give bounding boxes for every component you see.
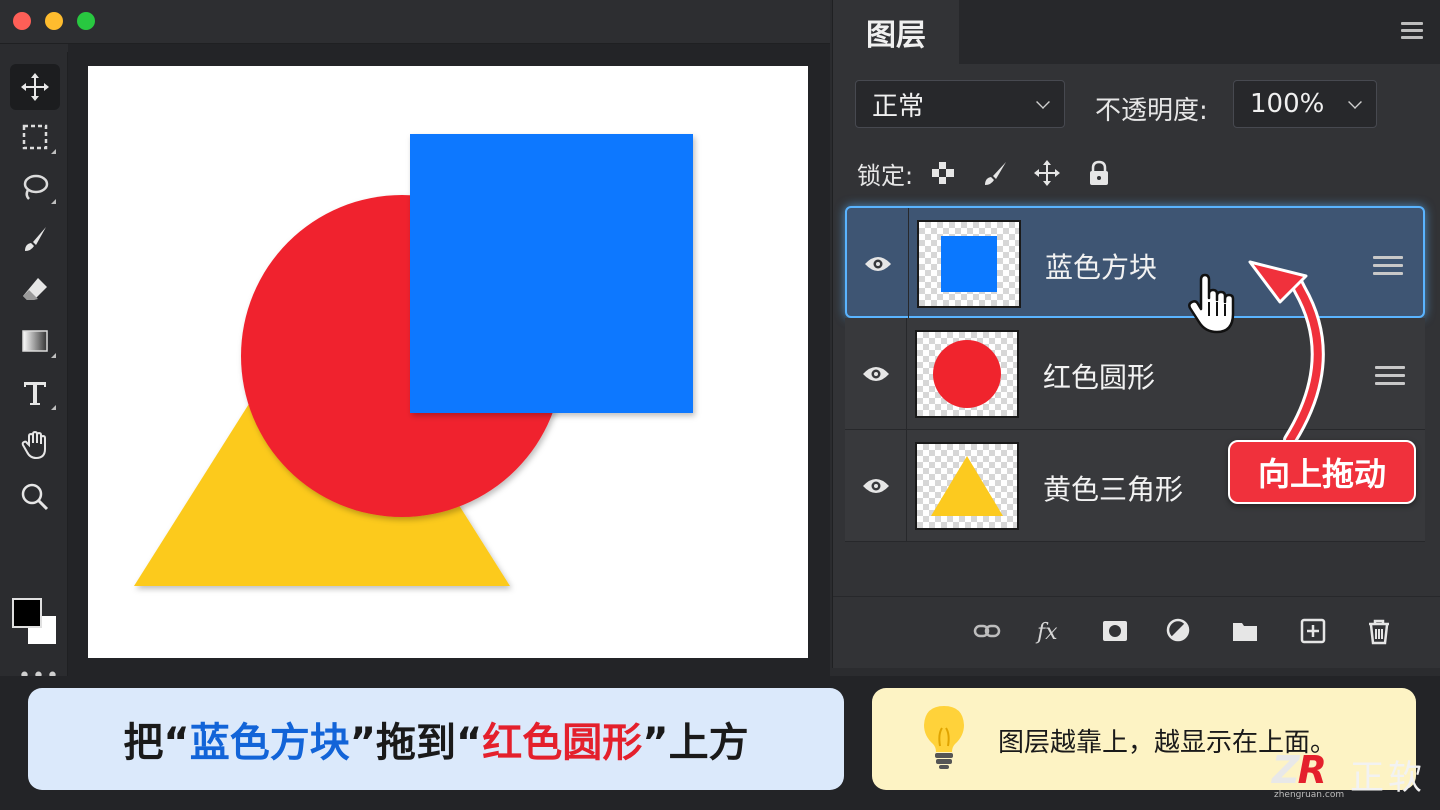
- brush-icon: [25, 227, 46, 251]
- brush-icon: [985, 162, 1007, 185]
- caption-layer-a: 蓝色方块: [189, 720, 350, 766]
- opacity-value: 100%: [1250, 89, 1325, 119]
- hand-pointer-cursor-icon: [1188, 273, 1235, 334]
- instruction-caption: 把“ 蓝色方块 ”拖到“ 红色圆形 ”上方: [28, 688, 844, 790]
- drag-up-label: 向上拖动: [1228, 440, 1416, 504]
- zoom-tool[interactable]: [10, 474, 60, 520]
- new-layer-icon: [1300, 618, 1326, 644]
- layer-thumbnail: [915, 442, 1019, 530]
- caption-prefix: 把“: [123, 720, 190, 766]
- tab-layers[interactable]: 图层: [833, 0, 959, 64]
- lock-position-button[interactable]: [1029, 155, 1065, 191]
- eraser-tool[interactable]: [10, 266, 60, 312]
- marquee-icon: [22, 124, 48, 150]
- layer-style-button[interactable]: fx: [1031, 613, 1067, 649]
- brush-tool[interactable]: [10, 216, 60, 262]
- layer-thumbnail: [917, 220, 1021, 308]
- hand-icon: [21, 430, 46, 460]
- eye-icon: [864, 257, 891, 271]
- adjustment-icon: [1166, 618, 1190, 642]
- eye-icon: [862, 367, 889, 381]
- chevron-down-icon: [1036, 95, 1050, 109]
- lasso-tool[interactable]: [10, 164, 60, 210]
- gradient-icon: [22, 330, 48, 352]
- caption-suffix: ”上方: [642, 720, 749, 766]
- lock-label: 锁定:: [857, 161, 914, 190]
- panel-menu-icon[interactable]: [1401, 22, 1423, 40]
- layer-thumbnail: [915, 330, 1019, 418]
- logo-mark: ZR: [1272, 748, 1327, 792]
- eraser-icon: [23, 278, 47, 300]
- mask-icon: [1103, 621, 1127, 641]
- adjustment-layer-button[interactable]: [1161, 613, 1197, 649]
- hand-tool[interactable]: [10, 422, 60, 468]
- delete-layer-button[interactable]: [1361, 613, 1397, 649]
- panel-footer: fx: [833, 596, 1440, 668]
- foreground-color-swatch[interactable]: [12, 598, 42, 628]
- lightbulb-icon: [924, 706, 964, 769]
- brand-logo: ZR 正软 zhengruan.com: [1270, 748, 1438, 808]
- drag-handle-icon[interactable]: [1373, 256, 1403, 275]
- visibility-toggle[interactable]: [845, 430, 907, 542]
- blue-square-shape[interactable]: [410, 134, 693, 413]
- lock-all-button[interactable]: [1081, 155, 1117, 191]
- blend-mode-select[interactable]: 正常: [855, 80, 1065, 128]
- chevron-down-icon: [1348, 95, 1362, 109]
- tools-toolbar: •••: [0, 52, 68, 689]
- svg-text:fx: fx: [1035, 620, 1058, 645]
- panel-tab-bar: 图层: [833, 0, 1440, 64]
- layer-name: 红色圆形: [1043, 361, 1156, 394]
- move-icon: [1034, 160, 1061, 186]
- trash-icon: [1369, 619, 1389, 645]
- type-tool[interactable]: [10, 370, 60, 416]
- document-canvas[interactable]: [88, 66, 808, 658]
- move-icon: [21, 73, 49, 101]
- zoom-icon: [21, 483, 49, 511]
- visibility-toggle[interactable]: [845, 318, 907, 430]
- marquee-tool[interactable]: [10, 114, 60, 160]
- blend-mode-value: 正常: [872, 91, 925, 122]
- new-group-button[interactable]: [1227, 613, 1263, 649]
- minimize-window-button[interactable]: [45, 12, 63, 30]
- new-layer-button[interactable]: [1295, 613, 1331, 649]
- layer-name: 黄色三角形: [1043, 473, 1184, 506]
- opacity-label: 不透明度:: [1095, 96, 1208, 126]
- layer-name: 蓝色方块: [1045, 251, 1158, 284]
- lock-pixels-button[interactable]: [977, 155, 1013, 191]
- opacity-select[interactable]: 100%: [1233, 80, 1377, 128]
- visibility-toggle[interactable]: [847, 208, 909, 320]
- link-icon: [973, 624, 1001, 638]
- add-mask-button[interactable]: [1097, 613, 1133, 649]
- caption-middle: ”拖到“: [349, 720, 483, 766]
- eye-icon: [862, 479, 889, 493]
- logo-brand-text: 正软: [1350, 758, 1426, 798]
- drag-handle-icon[interactable]: [1375, 366, 1405, 385]
- folder-icon: [1233, 623, 1257, 641]
- checkerboard-icon: [932, 162, 955, 184]
- layers-panel: 图层 正常 不透明度: 100% 锁定: 蓝色方块 红色圆形 黄色三角形 fx: [832, 0, 1440, 668]
- move-tool[interactable]: [10, 64, 60, 110]
- maximize-window-button[interactable]: [77, 12, 95, 30]
- type-icon: [24, 382, 46, 405]
- gradient-tool[interactable]: [10, 318, 60, 364]
- lasso-icon: [23, 174, 49, 200]
- caption-layer-b: 红色圆形: [482, 720, 643, 766]
- link-layers-button[interactable]: [969, 613, 1005, 649]
- lock-row: 锁定:: [857, 155, 1133, 191]
- logo-url: zhengruan.com: [1274, 790, 1345, 800]
- drag-up-arrow-icon: [1248, 260, 1325, 447]
- close-window-button[interactable]: [13, 12, 31, 30]
- padlock-icon: [1090, 160, 1109, 185]
- fx-icon: fx: [1035, 620, 1058, 645]
- window-titlebar: [0, 0, 830, 44]
- lock-transparency-button[interactable]: [925, 155, 961, 191]
